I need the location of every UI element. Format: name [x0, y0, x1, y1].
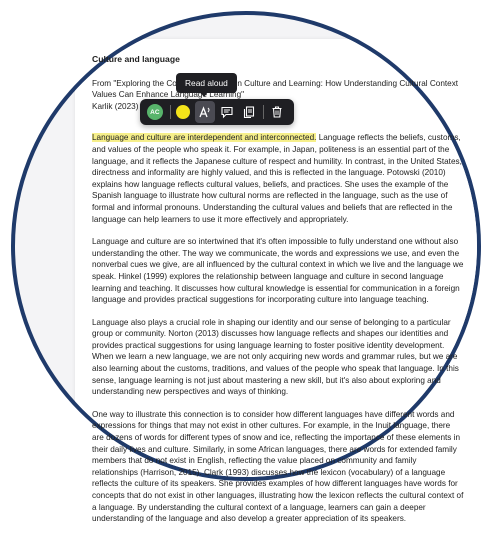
document-title: Culture and language: [92, 54, 180, 64]
avatar-button[interactable]: AC: [145, 101, 165, 123]
paragraph-2: Language and culture are so intertwined …: [92, 237, 464, 305]
paragraph-1-rest: Language reflects the beliefs, customs, …: [92, 133, 462, 224]
avatar: AC: [146, 104, 163, 120]
delete-button[interactable]: [267, 101, 287, 123]
paragraph-3: Language also plays a crucial role in sh…: [92, 317, 459, 397]
read-aloud-button[interactable]: [195, 101, 215, 123]
paragraph-4: One way to illustrate this connection is…: [92, 409, 464, 524]
highlight-color-swatch: [176, 105, 191, 119]
paragraph-1: Language and culture are interdependent …: [92, 132, 464, 225]
copy-icon: [243, 106, 254, 119]
toolbar-divider: [169, 105, 171, 119]
source-line-1: From "Exploring the Connection Between C…: [92, 78, 459, 88]
comment-button[interactable]: [217, 101, 237, 123]
document-body: Culture and language From "Exploring the…: [92, 54, 464, 536]
read-aloud-icon: [199, 106, 210, 118]
delete-icon: [272, 106, 282, 118]
selection-toolbar: AC: [140, 99, 294, 125]
highlighted-text[interactable]: Language and culture are interdependent …: [92, 133, 317, 143]
copy-button[interactable]: [239, 101, 259, 123]
read-aloud-tooltip: Read aloud: [176, 73, 237, 93]
comment-icon: [221, 106, 233, 119]
toolbar-divider-2: [263, 105, 265, 119]
tooltip-arrow: [200, 92, 208, 97]
highlight-color-button[interactable]: [174, 101, 194, 123]
